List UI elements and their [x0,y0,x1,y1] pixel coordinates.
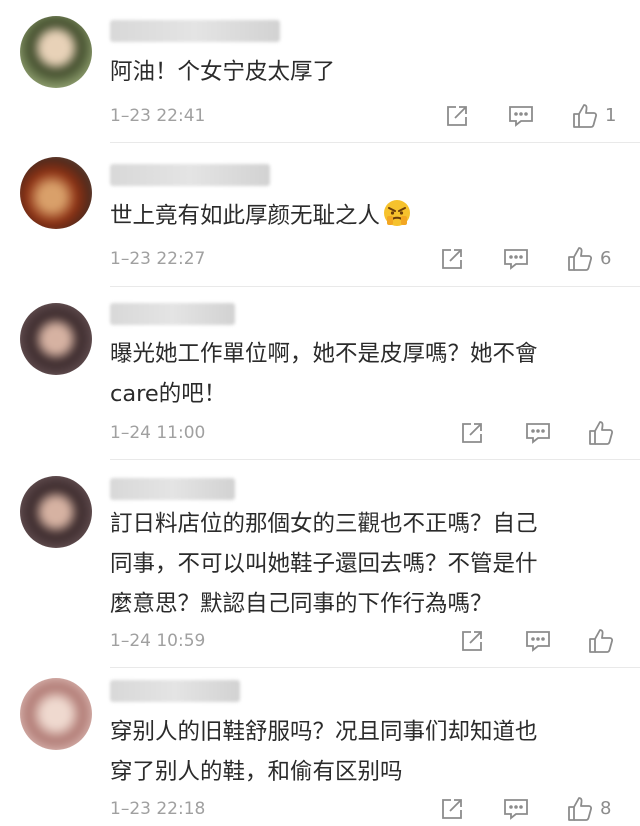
angry-emoji-icon [382,198,412,228]
reply-button[interactable] [503,246,529,272]
share-icon [440,797,464,821]
comment-item: 訂日料店位的那個女的三觀也不正嗎？自己 同事，不可以叫她鞋子還回去嗎？不管是什 … [0,460,640,668]
share-button[interactable] [445,103,469,129]
comment-text: 世上竟有如此厚颜无耻之人 [110,196,610,236]
like-button[interactable] [588,628,621,654]
comment-timestamp: 1–23 22:41 [110,106,206,126]
reply-icon [508,104,534,128]
like-count: 6 [600,248,612,269]
like-button[interactable]: 1 [572,103,616,129]
comment-meta: 1–23 22:27 6 [110,244,640,274]
reply-icon [525,629,551,653]
avatar[interactable] [20,157,92,229]
avatar[interactable] [20,476,92,548]
username-blurred[interactable] [110,478,235,500]
comment-text-content: 世上竟有如此厚颜无耻之人 [110,203,381,229]
username-blurred[interactable] [110,164,270,186]
share-button[interactable] [460,420,484,446]
like-button[interactable]: 6 [567,246,611,272]
comment-feed: 阿油！个女宁皮太厚了 1–23 22:41 1 世上竟有如此厚颜无耻之人 1–2… [0,0,640,826]
reply-icon [503,247,529,271]
share-icon [460,421,484,445]
comment-meta: 1–24 11:00 [110,418,640,448]
comment-text: 訂日料店位的那個女的三觀也不正嗎？自己 同事，不可以叫她鞋子還回去嗎？不管是什 … [110,511,538,617]
share-icon [445,104,469,128]
username-blurred[interactable] [110,680,240,702]
share-button[interactable] [440,796,464,822]
reply-icon [503,797,529,821]
share-icon [460,629,484,653]
comment-meta: 1–23 22:18 8 [110,794,640,824]
thumbs-up-icon [572,103,598,129]
thumbs-up-icon [567,246,593,272]
comment-item: 阿油！个女宁皮太厚了 1–23 22:41 1 [0,0,640,143]
comment-item: 曝光她工作單位啊，她不是皮厚嗎？她不會 care的吧！ 1–24 11:00 [0,287,640,460]
comment-timestamp: 1–24 11:00 [110,423,206,443]
share-icon [440,247,464,271]
like-button[interactable] [588,420,621,446]
comment-text: 阿油！个女宁皮太厚了 [110,59,336,85]
comment-timestamp: 1–23 22:18 [110,799,206,819]
thumbs-up-icon [588,628,614,654]
share-button[interactable] [460,628,484,654]
thumbs-up-icon [588,420,614,446]
comment-timestamp: 1–23 22:27 [110,249,206,269]
comment-text: 曝光她工作單位啊，她不是皮厚嗎？她不會 care的吧！ [110,341,538,407]
reply-button[interactable] [525,628,551,654]
comment-item: 穿别人的旧鞋舒服吗？况且同事们却知道也 穿了别人的鞋，和偷有区别吗 1–23 2… [0,668,640,826]
comment-meta: 1–23 22:41 1 [110,101,640,131]
avatar[interactable] [20,16,92,88]
reply-button[interactable] [525,420,551,446]
comment-text: 穿别人的旧鞋舒服吗？况且同事们却知道也 穿了别人的鞋，和偷有区别吗 [110,719,538,785]
username-blurred[interactable] [110,303,235,325]
thumbs-up-icon [567,796,593,822]
username-blurred[interactable] [110,20,280,42]
comment-timestamp: 1–24 10:59 [110,631,206,651]
avatar[interactable] [20,303,92,375]
comment-item: 世上竟有如此厚颜无耻之人 1–23 22:27 6 [0,143,640,287]
avatar[interactable] [20,678,92,750]
like-count: 1 [605,105,617,126]
share-button[interactable] [440,246,464,272]
like-button[interactable]: 8 [567,796,611,822]
comment-meta: 1–24 10:59 [110,626,640,656]
reply-button[interactable] [503,796,529,822]
like-count: 8 [600,798,612,819]
reply-icon [525,421,551,445]
reply-button[interactable] [508,103,534,129]
